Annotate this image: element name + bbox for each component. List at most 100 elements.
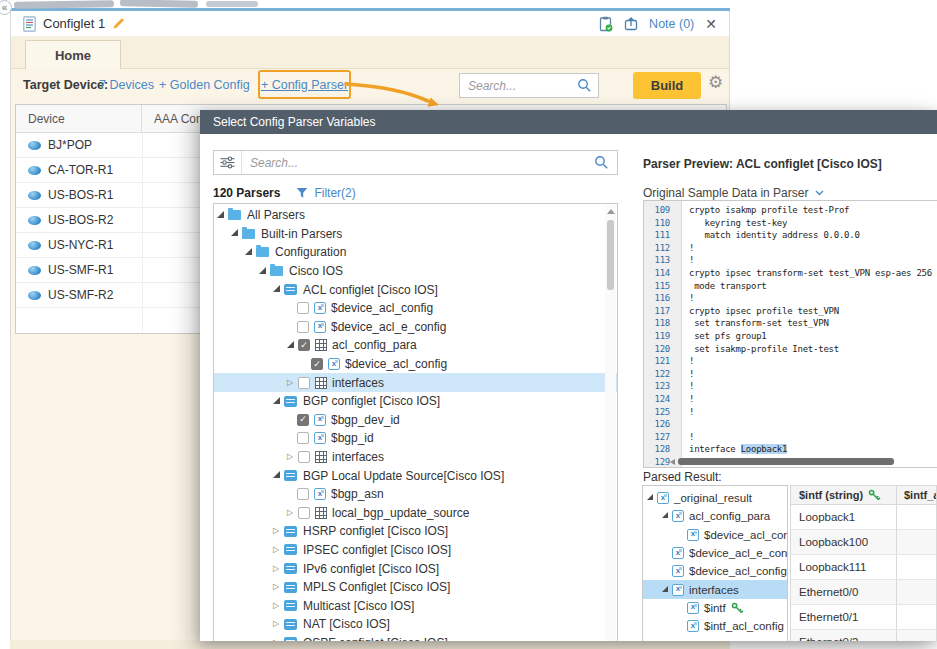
collapsed-icon[interactable]: ▷: [287, 509, 298, 517]
expanded-icon[interactable]: [287, 341, 294, 348]
tree-parser-node[interactable]: ▷ Multicast [Cisco IOS]: [214, 596, 617, 615]
collapsed-icon[interactable]: ▷: [273, 546, 284, 554]
tree-table-node[interactable]: ▷interfaces: [214, 448, 617, 467]
scroll-up-icon[interactable]: [607, 209, 615, 214]
tree-label: OSPF configlet [Cisco IOS]: [303, 636, 448, 641]
tree-variable-node[interactable]: x$bgp_asn: [214, 485, 617, 504]
expanded-icon[interactable]: [245, 248, 252, 255]
rename-icon[interactable]: [112, 17, 125, 30]
tree-parser-node[interactable]: ▷ OSPF configlet [Cisco IOS]: [214, 634, 617, 641]
build-button[interactable]: Build: [633, 72, 701, 99]
export-icon[interactable]: [624, 17, 638, 31]
tree-parser-node[interactable]: ▷IPSEC configlet [Cisco IOS]: [214, 541, 617, 560]
checkbox[interactable]: ✓: [298, 339, 310, 351]
close-icon[interactable]: ✕: [705, 16, 717, 32]
parser-search-input[interactable]: [242, 156, 594, 170]
tree-folder-node[interactable]: Cisco IOS: [214, 262, 617, 281]
router-icon: [28, 241, 41, 250]
checkbox[interactable]: [297, 432, 309, 444]
expanded-icon[interactable]: [273, 471, 280, 478]
config-parser-link[interactable]: + Config Parser: [261, 78, 348, 92]
scrollbar-thumb[interactable]: [607, 220, 614, 290]
code-text: !: [682, 406, 694, 419]
result-cell-intf-acl: [897, 630, 904, 641]
tree-table-node[interactable]: ▷interfaces: [214, 373, 617, 392]
checkbox[interactable]: [297, 488, 309, 500]
expanded-icon[interactable]: [647, 494, 653, 500]
checkbox[interactable]: [297, 321, 309, 333]
settings-gear-icon[interactable]: ⚙: [708, 72, 723, 93]
tree-label: Cisco IOS: [289, 264, 343, 278]
collapsed-icon[interactable]: ▷: [273, 583, 284, 591]
collapsed-icon[interactable]: ▷: [287, 453, 298, 461]
collapsed-icon[interactable]: ▷: [273, 620, 284, 628]
parsed-tree-node[interactable]: x_original_result: [643, 489, 787, 507]
expanded-icon[interactable]: [662, 512, 668, 518]
code-text: crypto ipsec transform-set test_VPN esp-…: [682, 267, 932, 280]
search-icon[interactable]: [577, 78, 592, 93]
tree-folder-node[interactable]: Built-in Parsers: [214, 225, 617, 244]
checkbox[interactable]: [298, 377, 310, 389]
collapsed-icon[interactable]: ▷: [287, 379, 298, 387]
checkbox[interactable]: [298, 451, 310, 463]
note-link[interactable]: Note (0): [649, 17, 694, 31]
tree-label: Multicast [Cisco IOS]: [303, 599, 414, 613]
tree-folder-node[interactable]: All Parsers: [214, 206, 617, 225]
parsed-tree-node[interactable]: xacl_config_para: [643, 507, 787, 525]
parsed-tree-node[interactable]: x$intf_acl_config: [643, 617, 787, 635]
expanded-icon[interactable]: [273, 397, 280, 404]
parser-search-box[interactable]: [213, 150, 618, 175]
hscrollbar-thumb[interactable]: [678, 458, 894, 465]
golden-config-link[interactable]: + Golden Config: [159, 78, 250, 92]
code-text: [682, 418, 689, 431]
tree-table-node[interactable]: ▷local_bgp_update_source: [214, 504, 617, 523]
tree-folder-node[interactable]: Configuration: [214, 243, 617, 262]
collapsed-icon[interactable]: ▷: [273, 639, 284, 641]
tree-parser-node[interactable]: ▷MPLS Configlet [Cisco IOS]: [214, 578, 617, 597]
checkbox[interactable]: [298, 507, 310, 519]
filter-link[interactable]: Filter(2): [314, 186, 355, 200]
tree-variable-node[interactable]: ✓x$device_acl_config: [214, 355, 617, 374]
tree-label: ACL configlet [Cisco IOS]: [303, 283, 438, 297]
line-number: 110: [644, 217, 682, 230]
tree-variable-node[interactable]: x$device_acl_config: [214, 299, 617, 318]
expanded-icon[interactable]: [217, 211, 224, 218]
checkbox[interactable]: ✓: [311, 358, 323, 370]
tree-variable-node[interactable]: x$bgp_id: [214, 429, 617, 448]
filter-icon[interactable]: [296, 187, 308, 199]
device-search-box[interactable]: [459, 73, 599, 98]
tree-label: Built-in Parsers: [261, 227, 342, 241]
tree-parser-node[interactable]: BGP Local Update Source[Cisco IOS]: [214, 466, 617, 485]
tree-parser-node[interactable]: ACL configlet [Cisco IOS]: [214, 280, 617, 299]
baseline-check-icon[interactable]: [599, 16, 613, 32]
expanded-icon[interactable]: [273, 285, 280, 292]
expanded-icon[interactable]: [662, 586, 668, 592]
parsed-tree-node[interactable]: x$device_acl_config: [643, 526, 787, 544]
tree-variable-node[interactable]: x$device_acl_e_config: [214, 318, 617, 337]
devices-link[interactable]: 7 Devices: [99, 78, 154, 92]
tree-parser-node[interactable]: BGP configlet [Cisco IOS]: [214, 392, 617, 411]
checkbox[interactable]: ✓: [297, 414, 309, 426]
search-icon[interactable]: [594, 155, 609, 170]
tree-parser-node[interactable]: ▷NAT [Cisco IOS]: [214, 615, 617, 634]
tree-parser-node[interactable]: ▷HSRP configlet [Cisco IOS]: [214, 522, 617, 541]
collapsed-icon[interactable]: ▷: [273, 602, 284, 610]
scroll-left-icon[interactable]: [670, 459, 675, 465]
parsed-tree-node[interactable]: x$device_acl_config: [643, 562, 787, 580]
parsed-tree-node[interactable]: xinterfaces: [643, 580, 787, 598]
tree-parser-node[interactable]: ▷IPv6 configlet [Cisco IOS]: [214, 559, 617, 578]
tree-table-node[interactable]: ✓acl_config_para: [214, 336, 617, 355]
parsed-tree-node[interactable]: x$intf: [643, 599, 787, 617]
tree-variable-node[interactable]: ✓x$bgp_dev_id: [214, 411, 617, 430]
tab-home[interactable]: Home: [25, 40, 121, 69]
collapsed-icon[interactable]: ▷: [273, 527, 284, 535]
tree-scrollbar[interactable]: [605, 205, 616, 641]
search-options-icon[interactable]: [214, 151, 242, 174]
collapsed-icon[interactable]: ▷: [273, 565, 284, 573]
expanded-icon[interactable]: [231, 229, 238, 236]
device-search-input[interactable]: [460, 79, 577, 93]
chevron-down-icon[interactable]: [815, 190, 824, 196]
expanded-icon[interactable]: [259, 267, 266, 274]
parsed-tree-node[interactable]: x$device_acl_e_config: [643, 544, 787, 562]
checkbox[interactable]: [297, 302, 309, 314]
